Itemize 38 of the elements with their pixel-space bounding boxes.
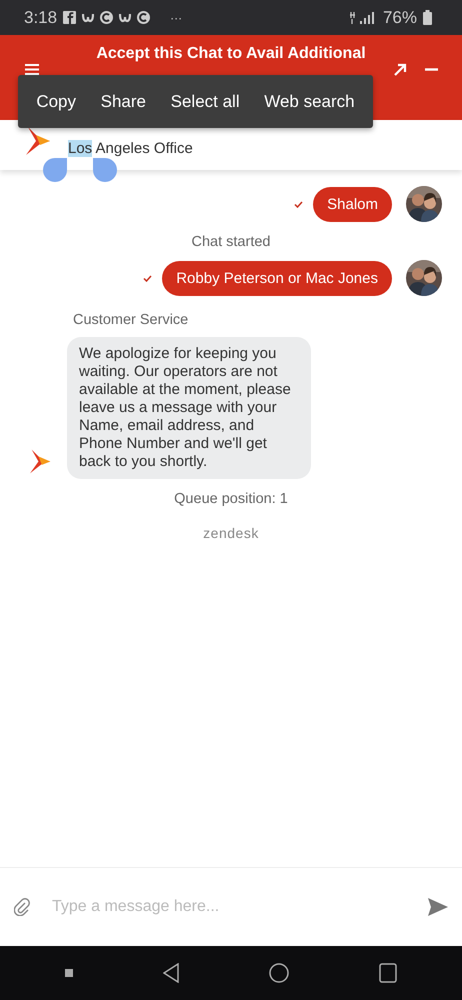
received-message: We apologize for keeping you waiting. Our operators are not available at the moment, please leave us a message with your Name, email address, and Phone Number and we'll get back to you shortly. — [67, 337, 311, 479]
battery-icon — [423, 10, 432, 25]
bird-logo-icon — [26, 127, 52, 155]
facebook-icon — [63, 11, 76, 24]
sent-message: Shalom — [313, 186, 392, 222]
check-icon — [143, 274, 152, 282]
w-icon — [82, 12, 94, 22]
bird-logo-icon — [30, 448, 52, 475]
context-menu-item[interactable]: Share — [94, 88, 152, 116]
back-icon[interactable] — [163, 963, 179, 983]
context-menu-item[interactable]: Select all — [164, 88, 246, 116]
send-icon[interactable] — [428, 898, 448, 916]
battery-percent: 76% — [382, 8, 417, 28]
company-location: Los Angeles Office — [68, 140, 193, 156]
c-circle-icon — [137, 11, 150, 24]
selection-handle[interactable] — [43, 158, 67, 182]
zendesk-brand[interactable]: zendesk — [203, 525, 259, 541]
minimize-icon[interactable] — [425, 68, 438, 71]
sender-name: Customer Service — [73, 312, 190, 328]
menu-icon[interactable] — [25, 64, 39, 75]
message-input[interactable]: Type a message here... — [52, 898, 406, 916]
chat-title: Accept this Chat to Avail Additional — [95, 45, 367, 63]
w-icon — [119, 12, 132, 22]
signal-icon — [348, 10, 377, 24]
status-time: 3:18 — [24, 8, 58, 28]
chat-notice: Chat started — [192, 234, 270, 250]
check-icon — [294, 200, 304, 208]
expand-icon[interactable] — [394, 63, 407, 76]
home-icon[interactable] — [269, 963, 289, 983]
attachment-icon[interactable] — [14, 898, 30, 916]
c-circle-icon — [100, 11, 114, 24]
context-menu-item[interactable]: Copy — [30, 88, 82, 116]
sent-message: Robby Peterson or Mac Jones — [162, 260, 392, 296]
chat-notice: Queue position: 1 — [174, 491, 288, 507]
more-notifications: ··· — [170, 10, 182, 24]
context-menu-item[interactable]: Web search — [258, 88, 361, 116]
overview-icon[interactable] — [379, 963, 397, 983]
selection-handle[interactable] — [93, 158, 117, 182]
